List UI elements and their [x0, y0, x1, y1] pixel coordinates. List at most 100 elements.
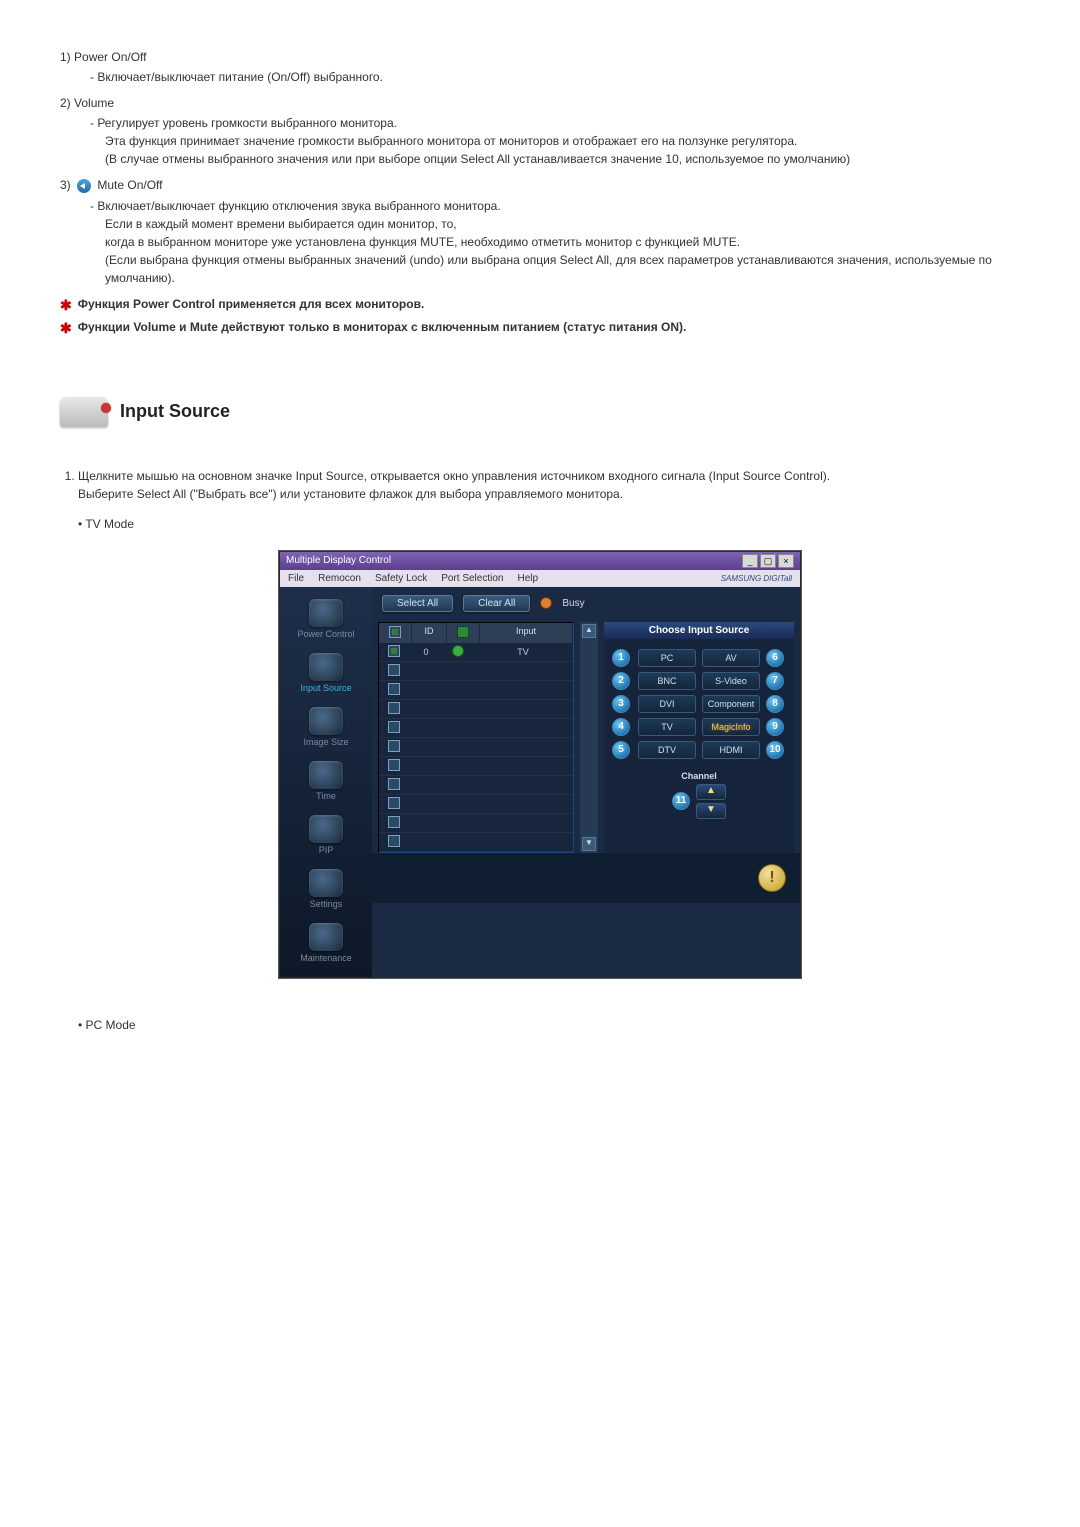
table-row[interactable]: [379, 738, 573, 757]
select-all-button[interactable]: Select All: [382, 595, 453, 612]
toolbar: Select All Clear All Busy: [372, 587, 800, 622]
source-tv-button[interactable]: TV: [638, 718, 696, 736]
item-line: (В случае отмены выбранного значения или…: [105, 150, 1020, 168]
minimize-button[interactable]: _: [742, 554, 758, 568]
note-text: Функция Power Control применяется для вс…: [78, 297, 425, 314]
table-row[interactable]: [379, 757, 573, 776]
source-dvi-button[interactable]: DVI: [638, 695, 696, 713]
monitor-grid: ID Input 0 TV: [378, 622, 574, 853]
close-button[interactable]: ×: [778, 554, 794, 568]
row-checkbox[interactable]: [388, 740, 400, 752]
source-badge: 5: [612, 741, 630, 759]
source-component-button[interactable]: Component: [702, 695, 760, 713]
window-title: Multiple Display Control: [286, 555, 391, 566]
menu-help[interactable]: Help: [517, 573, 538, 584]
row-checkbox[interactable]: [388, 835, 400, 847]
menu-file[interactable]: File: [288, 573, 304, 584]
sidebar: Power Control Input Source Image Size Ti…: [280, 587, 372, 977]
col-checkbox[interactable]: [379, 623, 412, 643]
source-badge: 10: [766, 741, 784, 759]
source-dtv-button[interactable]: DTV: [638, 741, 696, 759]
source-badge: 8: [766, 695, 784, 713]
note: ✱ Функции Volume и Mute действуют только…: [60, 320, 1020, 337]
table-row[interactable]: [379, 662, 573, 681]
row-checkbox[interactable]: [388, 664, 400, 676]
col-id: ID: [412, 623, 447, 643]
titlebar: Multiple Display Control _ ▢ ×: [280, 552, 800, 570]
menu-safety-lock[interactable]: Safety Lock: [375, 573, 427, 584]
panel-title: Choose Input Source: [604, 622, 794, 639]
sidebar-item-settings[interactable]: Settings: [282, 865, 370, 915]
instruction-step: Щелкните мышью на основном значке Input …: [78, 467, 1020, 503]
scrollbar[interactable]: ▲ ▼: [580, 622, 598, 853]
row-checkbox[interactable]: [388, 721, 400, 733]
table-row[interactable]: [379, 814, 573, 833]
col-status: [447, 623, 480, 643]
source-magicinfo-button[interactable]: MagicInfo: [702, 718, 760, 736]
row-checkbox[interactable]: [388, 778, 400, 790]
menubar: File Remocon Safety Lock Port Selection …: [280, 570, 800, 587]
channel-label: Channel: [604, 771, 794, 781]
row-input: TV: [474, 645, 573, 659]
menu-remocon[interactable]: Remocon: [318, 573, 361, 584]
sidebar-item-power-control[interactable]: Power Control: [282, 595, 370, 645]
sidebar-item-pip[interactable]: PIP: [282, 811, 370, 861]
row-checkbox[interactable]: [388, 816, 400, 828]
scroll-up-button[interactable]: ▲: [582, 624, 596, 638]
maximize-button[interactable]: ▢: [760, 554, 776, 568]
table-row[interactable]: [379, 719, 573, 738]
item-line: - Включает/выключает функцию отключения …: [90, 197, 1020, 215]
row-checkbox[interactable]: [388, 683, 400, 695]
row-checkbox[interactable]: [388, 645, 400, 657]
source-svideo-button[interactable]: S-Video: [702, 672, 760, 690]
item-line: когда в выбранном мониторе уже установле…: [105, 233, 1020, 251]
table-row[interactable]: [379, 700, 573, 719]
item-line: - Включает/выключает питание (On/Off) вы…: [90, 68, 1020, 86]
speaker-icon: [77, 179, 91, 193]
source-badge: 1: [612, 649, 630, 667]
source-badge: 3: [612, 695, 630, 713]
source-hdmi-button[interactable]: HDMI: [702, 741, 760, 759]
time-icon: [309, 761, 343, 789]
source-bnc-button[interactable]: BNC: [638, 672, 696, 690]
status-dot-icon: [452, 645, 464, 657]
row-checkbox[interactable]: [388, 702, 400, 714]
channel-badge: 11: [672, 792, 690, 810]
info-icon[interactable]: !: [758, 864, 786, 892]
table-row[interactable]: [379, 776, 573, 795]
maintenance-icon: [309, 923, 343, 951]
sidebar-item-maintenance[interactable]: Maintenance: [282, 919, 370, 969]
source-av-button[interactable]: AV: [702, 649, 760, 667]
item-title: Volume: [74, 96, 114, 110]
item-number: 1): [60, 50, 71, 64]
item-title: Power On/Off: [74, 50, 146, 64]
row-checkbox[interactable]: [388, 759, 400, 771]
item-line: Эта функция принимает значение громкости…: [105, 132, 1020, 150]
channel-down-button[interactable]: ▼: [696, 803, 726, 819]
busy-indicator-icon: [540, 597, 552, 609]
item-line: (Если выбрана функция отмены выбранных з…: [105, 251, 1020, 287]
bullet-pc-mode: • PC Mode: [78, 1018, 1020, 1032]
table-row[interactable]: [379, 795, 573, 814]
source-badge: 9: [766, 718, 784, 736]
source-badge: 6: [766, 649, 784, 667]
table-row[interactable]: 0 TV: [379, 643, 573, 662]
source-badge: 4: [612, 718, 630, 736]
section-title: Input Source: [120, 401, 230, 422]
row-checkbox[interactable]: [388, 797, 400, 809]
image-size-icon: [309, 707, 343, 735]
menu-port-selection[interactable]: Port Selection: [441, 573, 503, 584]
scroll-down-button[interactable]: ▼: [582, 837, 596, 851]
sidebar-item-image-size[interactable]: Image Size: [282, 703, 370, 753]
source-pc-button[interactable]: PC: [638, 649, 696, 667]
table-row[interactable]: [379, 681, 573, 700]
bullet-tv-mode: • TV Mode: [78, 517, 1020, 531]
sidebar-item-input-source[interactable]: Input Source: [282, 649, 370, 699]
col-input: Input: [480, 623, 573, 643]
channel-up-button[interactable]: ▲: [696, 784, 726, 800]
sidebar-item-time[interactable]: Time: [282, 757, 370, 807]
clear-all-button[interactable]: Clear All: [463, 595, 530, 612]
table-row[interactable]: [379, 833, 573, 852]
power-icon: [309, 599, 343, 627]
section-header: Input Source: [60, 397, 1020, 427]
